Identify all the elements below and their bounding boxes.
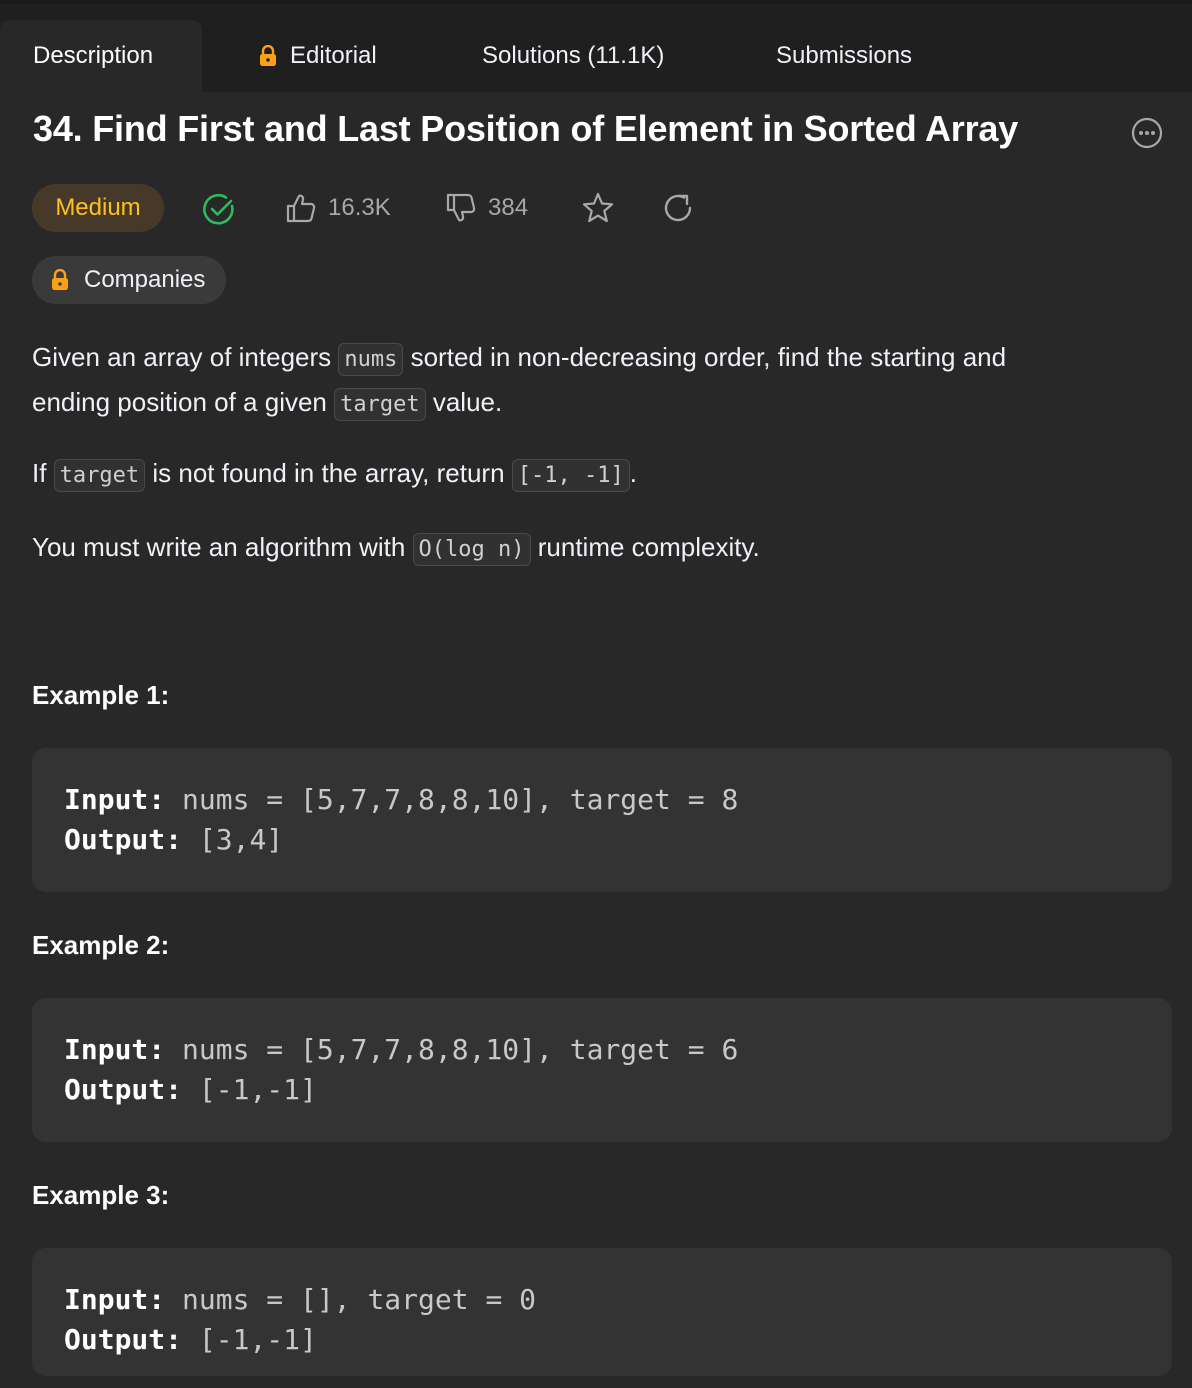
example-output-line: Output: [-1,-1] bbox=[64, 1320, 1140, 1360]
tab-editorial[interactable]: Editorial bbox=[258, 20, 377, 92]
description-paragraph-3: You must write an algorithm with O(log n… bbox=[32, 526, 760, 571]
thumbs-up-icon bbox=[286, 194, 316, 223]
example-output-line: Output: [-1,-1] bbox=[64, 1070, 1140, 1110]
thumbs-down-icon bbox=[446, 193, 476, 222]
example-code-block: Input: nums = [5,7,7,8,8,10], target = 8… bbox=[32, 748, 1172, 892]
inline-code: target bbox=[334, 388, 426, 421]
more-options-button[interactable] bbox=[1130, 116, 1164, 150]
text: value. bbox=[425, 387, 503, 417]
example-title: Example 2: bbox=[32, 930, 170, 960]
text: Given an array of integers bbox=[32, 342, 339, 372]
example-title: Example 3: bbox=[32, 1180, 170, 1210]
tab-description[interactable]: Description bbox=[0, 20, 202, 92]
problem-meta-row: Medium 16.3K 384 bbox=[0, 184, 1192, 232]
tab-editorial-label: Editorial bbox=[290, 42, 377, 69]
text: . bbox=[629, 458, 637, 488]
favorite-button[interactable] bbox=[580, 190, 616, 226]
example-title: Example 1: bbox=[32, 680, 170, 710]
companies-label: Companies bbox=[84, 266, 206, 293]
dislike-count: 384 bbox=[488, 194, 529, 221]
text: ending position of a given bbox=[32, 387, 335, 417]
example-code-block: Input: nums = [], target = 0 Output: [-1… bbox=[32, 1248, 1172, 1376]
companies-button[interactable]: Companies bbox=[32, 256, 226, 304]
share-button[interactable] bbox=[660, 190, 696, 226]
solved-check-icon bbox=[202, 192, 236, 226]
lock-icon bbox=[258, 45, 278, 67]
output-value: [-1,-1] bbox=[182, 1073, 317, 1106]
share-icon bbox=[664, 194, 692, 222]
like-count: 16.3K bbox=[328, 194, 391, 221]
star-icon bbox=[582, 192, 614, 223]
input-label: Input: bbox=[64, 1033, 166, 1066]
inline-code: O(log n) bbox=[412, 533, 531, 566]
text: runtime complexity. bbox=[530, 532, 760, 562]
example-input-line: Input: nums = [5,7,7,8,8,10], target = 6 bbox=[64, 1030, 1140, 1070]
input-label: Input: bbox=[64, 783, 166, 816]
input-value: nums = [5,7,7,8,8,10], target = 8 bbox=[165, 783, 739, 816]
input-value: nums = [5,7,7,8,8,10], target = 6 bbox=[165, 1033, 739, 1066]
more-dots-icon bbox=[1131, 117, 1163, 149]
example-input-line: Input: nums = [], target = 0 bbox=[64, 1280, 1140, 1320]
inline-code: target bbox=[53, 459, 146, 492]
input-label: Input: bbox=[64, 1283, 166, 1316]
tab-solutions[interactable]: Solutions (11.1K) bbox=[482, 20, 664, 92]
text: You must write an algorithm with bbox=[32, 532, 413, 562]
inline-code: nums bbox=[338, 343, 404, 376]
tab-description-label: Description bbox=[33, 42, 154, 69]
output-label: Output: bbox=[64, 823, 183, 856]
example-code-block: Input: nums = [5,7,7,8,8,10], target = 6… bbox=[32, 998, 1172, 1142]
lock-icon bbox=[50, 269, 70, 291]
like-button[interactable]: 16.3K bbox=[284, 190, 391, 226]
description-paragraph-2: If target is not found in the array, ret… bbox=[32, 452, 637, 497]
text: sorted in non-decreasing order, find the… bbox=[403, 342, 1007, 372]
output-label: Output: bbox=[64, 1073, 183, 1106]
problem-title: 34. Find First and Last Position of Elem… bbox=[33, 108, 1019, 149]
text: is not found in the array, return bbox=[145, 458, 512, 488]
output-label: Output: bbox=[64, 1323, 183, 1356]
difficulty-badge: Medium bbox=[32, 184, 164, 232]
tab-submissions[interactable]: Submissions bbox=[776, 20, 912, 92]
output-value: [3,4] bbox=[182, 823, 284, 856]
inline-code: [-1, -1] bbox=[511, 459, 630, 492]
input-value: nums = [], target = 0 bbox=[165, 1283, 537, 1316]
text: If bbox=[32, 458, 54, 488]
description-paragraph-1: Given an array of integers nums sorted i… bbox=[32, 336, 1006, 426]
tab-submissions-label: Submissions bbox=[776, 42, 913, 69]
tab-solutions-label: Solutions (11.1K) bbox=[482, 42, 665, 69]
output-value: [-1,-1] bbox=[182, 1323, 317, 1356]
dislike-button[interactable]: 384 bbox=[444, 190, 528, 226]
example-input-line: Input: nums = [5,7,7,8,8,10], target = 8 bbox=[64, 780, 1140, 820]
tab-bar: Description Editorial Solutions (11.1K) … bbox=[0, 4, 1192, 92]
example-output-line: Output: [3,4] bbox=[64, 820, 1140, 860]
